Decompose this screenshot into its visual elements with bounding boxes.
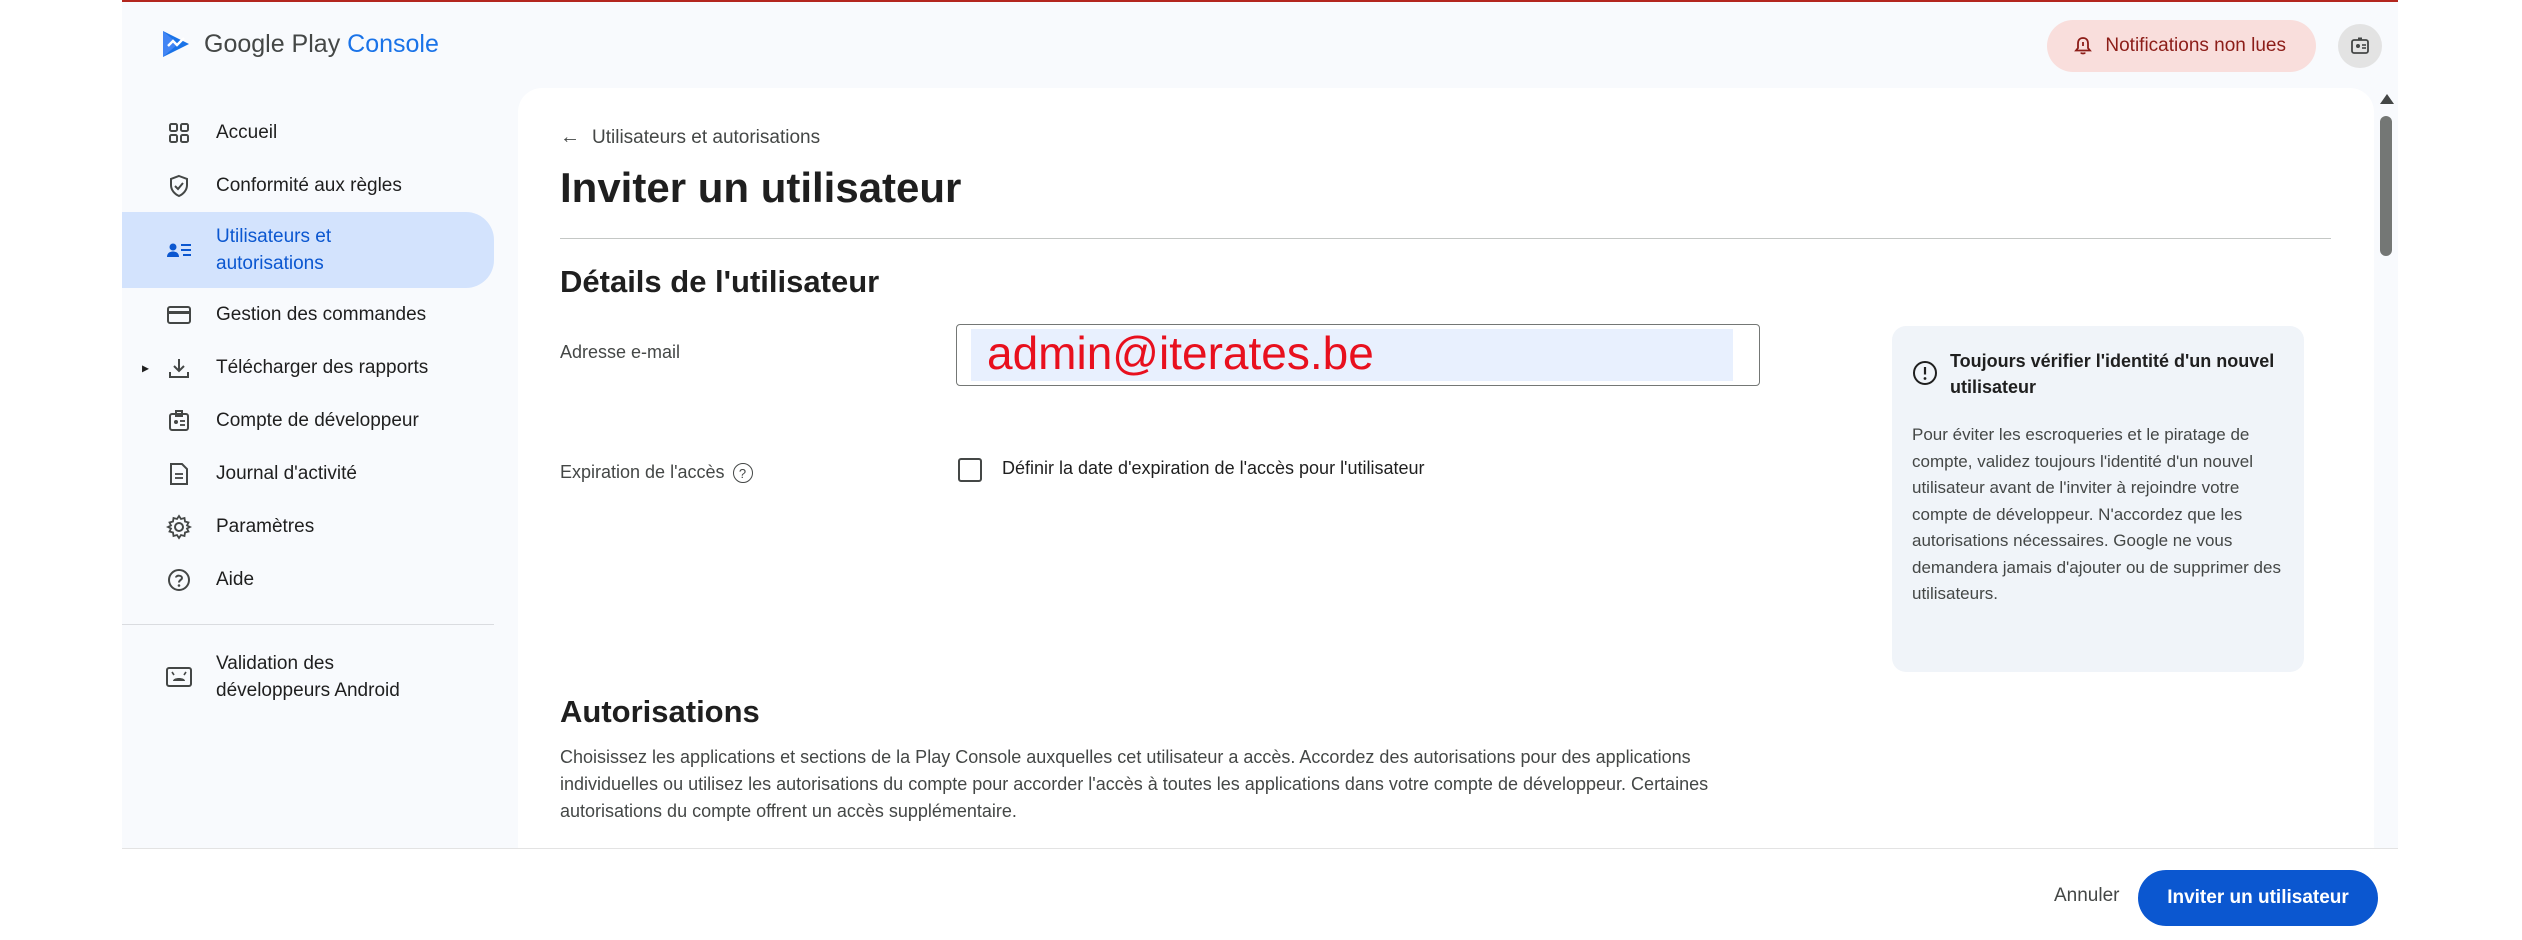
sidebar-item-settings[interactable]: Paramètres <box>122 500 496 553</box>
play-console-logo[interactable]: Google Play Console <box>160 28 439 60</box>
sidebar-item-label: Compte de développeur <box>216 410 419 431</box>
android-card-icon <box>164 662 194 692</box>
help-icon <box>164 565 194 595</box>
email-label: Adresse e-mail <box>560 342 681 362</box>
email-value: admin@iterates.be <box>987 327 1374 379</box>
sidebar-item-label: Gestion des commandes <box>216 304 427 325</box>
users-list-icon <box>164 235 194 265</box>
sidebar-item-label: Conformité aux règles <box>216 175 402 196</box>
sidebar-item-developer-account[interactable]: Compte de développeur <box>122 394 496 447</box>
document-icon <box>164 459 194 489</box>
gear-icon <box>164 512 194 542</box>
dashboard-icon <box>164 118 194 148</box>
permissions-description: Choisissez les applications et sections … <box>560 747 1709 821</box>
logo-text: Google Play Console <box>204 30 439 59</box>
download-icon <box>164 353 194 383</box>
account-avatar[interactable] <box>2338 24 2382 68</box>
sidebar-item-label: Utilisateurs et autorisations <box>216 226 332 274</box>
unread-notifications-button[interactable]: Notifications non lues <box>2047 20 2316 72</box>
play-console-app: Google Play Console Notifications non lu… <box>122 0 2398 850</box>
help-circle-icon[interactable]: ? <box>732 463 753 484</box>
sidebar-item-label: Paramètres <box>216 516 315 537</box>
account-badge-icon <box>2351 37 2369 54</box>
notifications-label: Notifications non lues <box>2105 35 2286 56</box>
shield-check-icon <box>164 171 194 201</box>
play-console-logo-icon <box>163 31 189 57</box>
info-card-body: Pour éviter les escroqueries et le pirat… <box>1912 425 2281 603</box>
info-alert-icon <box>1913 361 1937 385</box>
sidebar-item-order-management[interactable]: Gestion des commandes <box>122 288 496 341</box>
top-bar: Google Play Console Notifications non lu… <box>122 2 2398 88</box>
scrollbar-thumb[interactable] <box>2380 116 2392 256</box>
logo-text-main: Google Play <box>204 29 341 58</box>
invite-user-button[interactable]: Inviter un utilisateur <box>2138 870 2378 926</box>
access-expiration-text: Expiration de l'accès <box>560 462 725 482</box>
access-expiration-label: Expiration de l'accès? <box>560 462 753 484</box>
id-badge-icon <box>164 406 194 436</box>
main-content: ← Utilisateurs et autorisations Inviter … <box>518 88 2374 850</box>
sidebar-item-label: Télécharger des rapports <box>216 357 429 378</box>
footer-divider <box>122 848 2398 849</box>
sidebar-item-activity-log[interactable]: Journal d'activité <box>122 447 496 500</box>
sidebar-item-label: Accueil <box>216 122 278 143</box>
title-divider <box>560 238 2331 239</box>
permissions-heading: Autorisations <box>560 694 760 729</box>
sidebar-item-android-developer-verification[interactable]: Validation des développeurs Android <box>122 639 496 715</box>
caret-right-icon[interactable]: ▸ <box>142 359 149 376</box>
scroll-up-arrow-icon[interactable] <box>2380 94 2394 104</box>
expiration-checkbox-label[interactable]: Définir la date d'expiration de l'accès … <box>1002 458 1425 479</box>
logo-text-accent: Console <box>347 29 439 58</box>
page-title: Inviter un utilisateur <box>560 164 962 211</box>
sidebar-item-label: Aide <box>216 569 255 590</box>
sidebar-divider <box>122 624 494 625</box>
sidebar-item-home[interactable]: Accueil <box>122 106 496 159</box>
sidebar-item-policy-compliance[interactable]: Conformité aux règles <box>122 159 496 212</box>
bell-alert-icon <box>2074 37 2093 55</box>
arrow-left-icon: ← <box>560 126 580 148</box>
breadcrumb-label: Utilisateurs et autorisations <box>592 126 821 148</box>
sidebar-nav: Accueil Conformité aux règles Utilisateu… <box>122 106 496 715</box>
page-scrollbar[interactable] <box>2374 88 2398 850</box>
cancel-button[interactable]: Annuler <box>2032 868 2142 924</box>
info-card-title: Toujours vérifier l'identité d'un nouvel… <box>1950 351 2275 397</box>
sidebar-item-label: Journal d'activité <box>216 463 357 484</box>
email-input[interactable]: admin@iterates.be <box>956 324 1760 386</box>
credit-card-icon <box>164 300 194 330</box>
user-details-heading: Détails de l'utilisateur <box>560 264 880 299</box>
info-card-header: Toujours vérifier l'identité d'un nouvel… <box>1912 348 2284 400</box>
verify-identity-info-card: Toujours vérifier l'identité d'un nouvel… <box>1892 326 2304 672</box>
sidebar-item-users-permissions[interactable]: Utilisateurs et autorisations <box>122 212 494 288</box>
expiration-checkbox[interactable] <box>958 458 982 482</box>
breadcrumb-back-link[interactable]: ← Utilisateurs et autorisations <box>560 126 820 149</box>
sidebar-item-download-reports[interactable]: ▸ Télécharger des rapports <box>122 341 496 394</box>
sidebar-item-label: Validation des développeurs Android <box>216 653 400 701</box>
sidebar-item-help[interactable]: Aide <box>122 553 496 606</box>
